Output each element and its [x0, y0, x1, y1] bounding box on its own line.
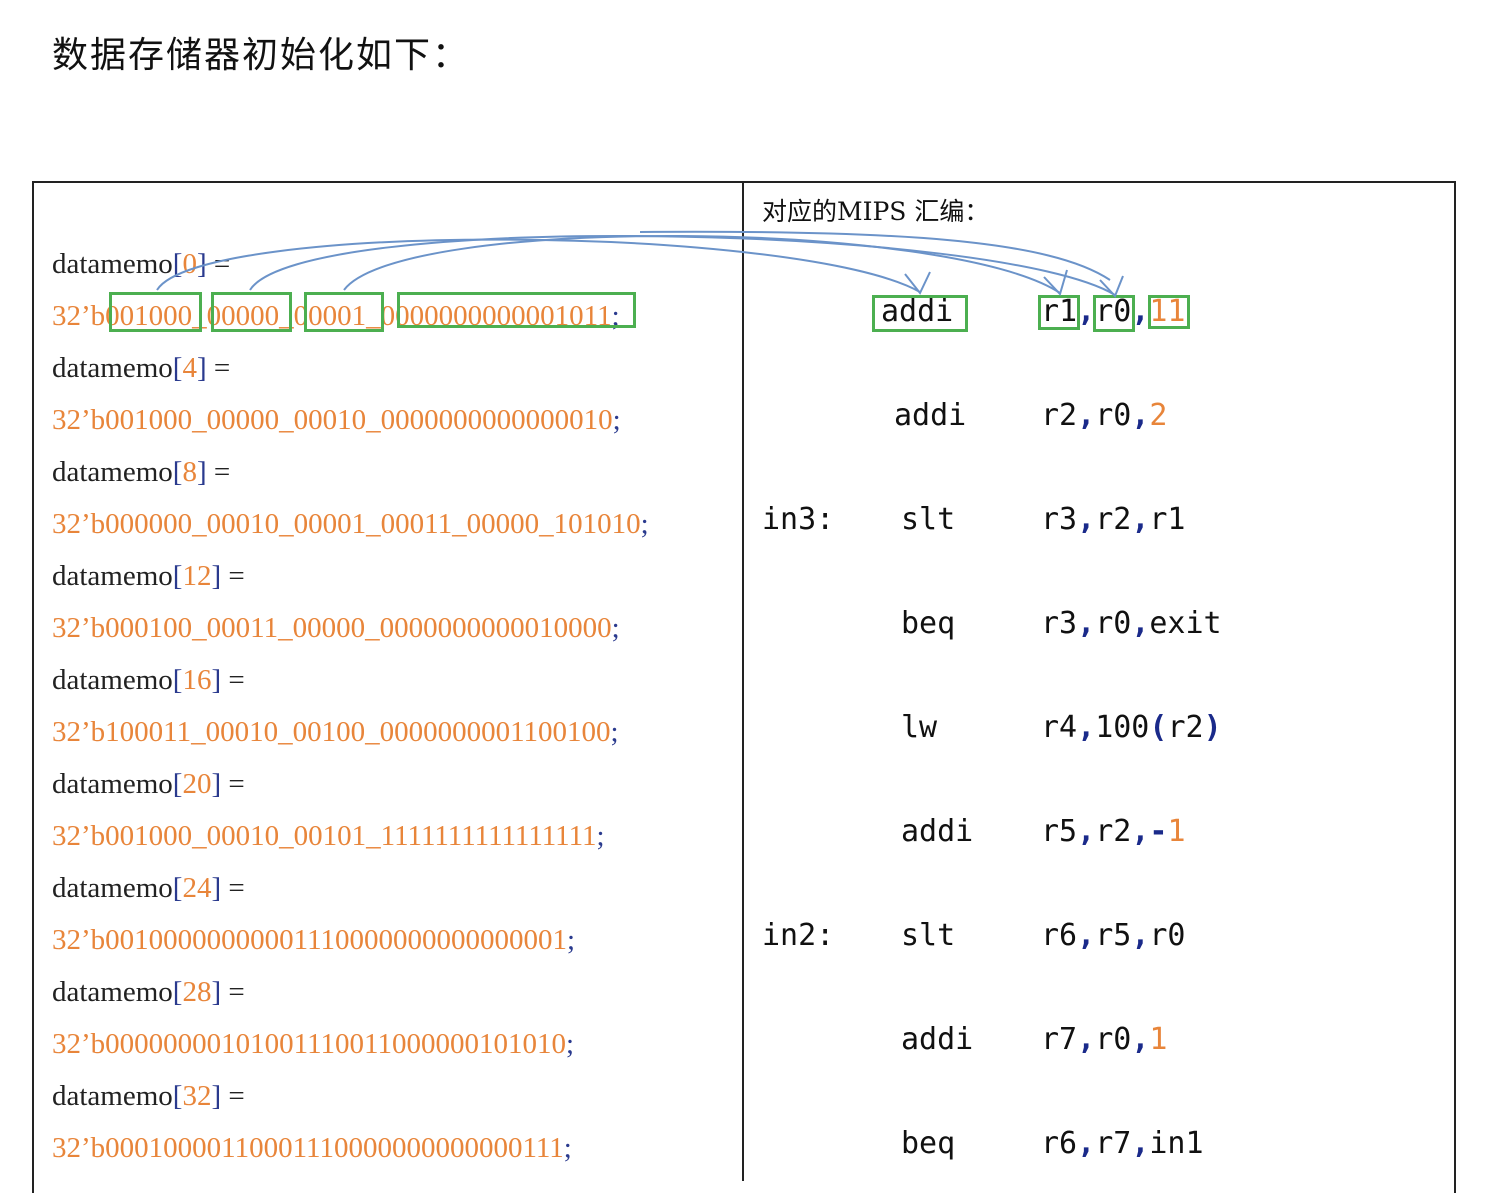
arrow-opcode-to-addi: [156, 238, 921, 293]
mapping-arrows: [156, 230, 1124, 298]
arrow-imm-line: [639, 230, 1111, 281]
arrow-rt-to-r1: [343, 235, 1061, 294]
arrowhead-r0: [1099, 275, 1124, 298]
arrowhead-addi: [904, 271, 931, 295]
